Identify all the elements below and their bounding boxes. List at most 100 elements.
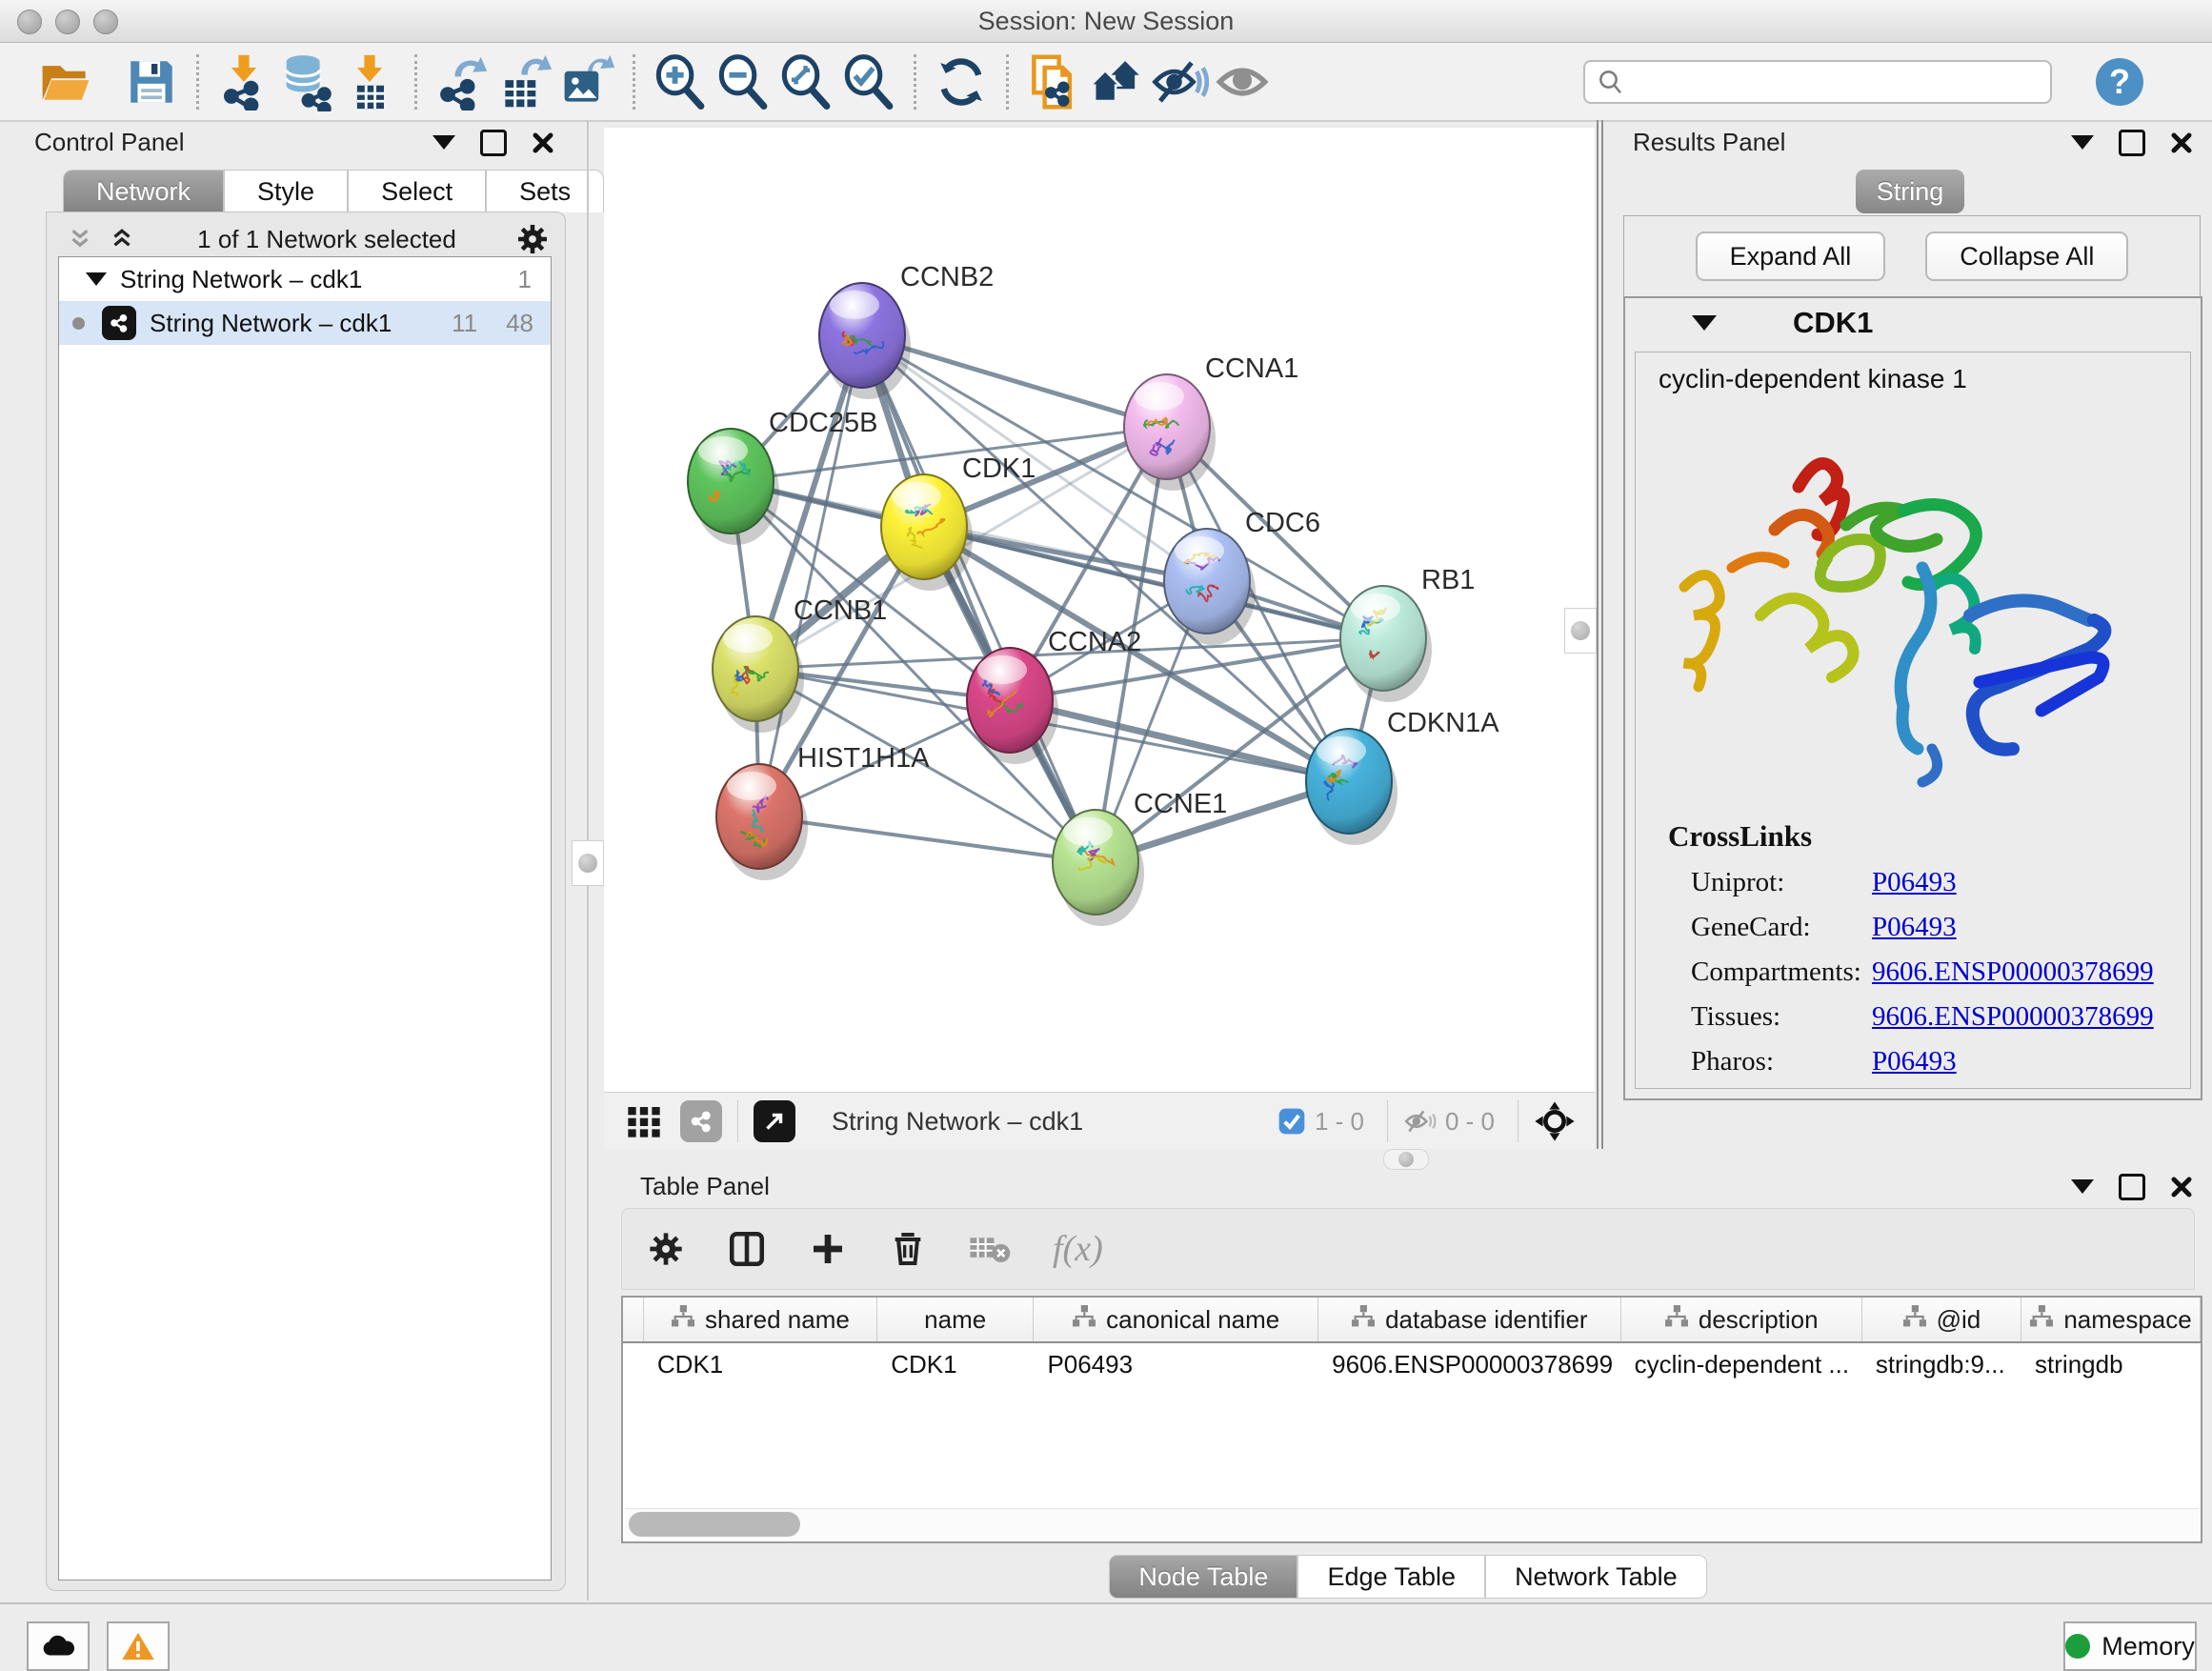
zoom-in-button[interactable] [649,51,712,112]
node-HIST1H1A[interactable]: HIST1H1A [716,743,930,880]
tab-network[interactable]: Network [63,170,224,212]
cell-description[interactable]: cyclin-dependent ... [1621,1343,1862,1385]
zoom-selected-button[interactable] [837,51,900,112]
refresh-view-button[interactable] [930,51,993,112]
maximize-panel-icon[interactable] [2119,1174,2145,1200]
cell-@id[interactable]: stringdb:9... [1862,1343,2021,1385]
node-CCNB2[interactable]: CCNB2 [819,262,994,399]
column-header-@id[interactable]: @id [1862,1298,2021,1341]
edge-HIST1H1A-CCNE1[interactable] [759,816,1096,862]
delete-column-icon[interactable] [889,1230,927,1268]
birdseye-icon[interactable] [1534,1100,1576,1142]
close-panel-icon[interactable] [2170,1176,2193,1198]
tab-edge-table[interactable]: Edge Table [1297,1555,1485,1599]
cell-namespace[interactable]: stringdb [2021,1343,2201,1385]
close-panel-icon[interactable] [2170,131,2193,154]
node-CDC25B[interactable]: CDC25B [688,408,877,545]
open-folder-icon [37,53,94,111]
tab-select[interactable]: Select [348,170,486,212]
collapse-all-icon[interactable] [64,225,96,253]
scrollbar-thumb[interactable] [629,1512,800,1537]
crosslink-link[interactable]: P06493 [1872,1046,1957,1077]
gear-icon[interactable] [515,222,550,256]
crosslink-link[interactable]: P06493 [1872,867,1957,898]
column-header-name[interactable]: name [877,1298,1034,1341]
node-RB1[interactable]: RB1 [1340,565,1475,702]
right-splitter-handle[interactable] [1564,608,1597,654]
crosslink-link[interactable]: 9606.ENSP00000378699 [1872,956,2154,988]
collapse-entry-icon[interactable] [1692,315,1717,331]
expand-all-button[interactable]: Expand All [1696,232,1886,281]
float-panel-icon[interactable] [2071,135,2094,150]
float-panel-icon[interactable] [432,135,455,150]
tab-string[interactable]: String [1856,170,1964,213]
warning-icon [121,1631,155,1661]
open-in-window-icon[interactable] [754,1100,795,1142]
column-header-canonical-name[interactable]: canonical name [1034,1298,1318,1341]
tab-network-table[interactable]: Network Table [1485,1555,1707,1599]
show-all-networks-button[interactable] [1085,51,1148,112]
network-canvas[interactable]: CCNB2CCNA1CDC25BCDK1CDC6RB1CCNB1CCNA2CDK… [604,128,1595,1092]
maximize-panel-icon[interactable] [2119,130,2145,156]
expand-all-icon[interactable] [106,225,138,253]
node-CDC6[interactable]: CDC6 [1164,508,1320,645]
show-columns-icon[interactable] [727,1229,767,1269]
network-collection-row[interactable]: String Network – cdk1 1 [59,257,551,301]
left-splitter-handle[interactable] [572,840,604,886]
duplicate-network-button[interactable] [1022,51,1085,112]
cell-canonical-name[interactable]: P06493 [1034,1343,1318,1385]
memory-button[interactable]: Memory [2063,1621,2197,1671]
show-panel-button[interactable] [1211,51,1274,112]
crosslink-row: GeneCard:P06493 [1691,912,2190,943]
eye-icon [1213,52,1272,111]
cloud-status-button[interactable] [27,1621,90,1671]
edge-CCNB2-CCNE1[interactable] [862,335,1096,862]
column-header-database-identifier[interactable]: database identifier [1318,1298,1621,1341]
network-type-icon [102,306,136,340]
add-column-icon[interactable] [809,1230,847,1268]
cell-name[interactable]: CDK1 [877,1343,1034,1385]
save-session-button[interactable] [120,51,183,112]
column-header-namespace[interactable]: namespace [2021,1298,2201,1341]
network-share-view-icon[interactable] [680,1100,722,1142]
open-session-button[interactable] [34,51,97,112]
export-table-button[interactable] [493,51,556,112]
node-CDKN1A[interactable]: CDKN1A [1306,708,1499,845]
cell-database-identifier[interactable]: 9606.ENSP00000378699 [1318,1343,1620,1385]
node-result-header[interactable]: CDK1 [1625,298,2201,348]
hide-panel-button[interactable] [1148,51,1211,112]
column-header-shared-name[interactable]: shared name [644,1298,877,1341]
column-header-description[interactable]: description [1621,1298,1862,1341]
tab-style[interactable]: Style [224,170,348,212]
table-horizontal-scrollbar[interactable] [625,1508,2199,1540]
selected-checkbox-icon[interactable] [1277,1106,1307,1137]
grid-view-icon[interactable] [625,1102,663,1140]
column-tree-icon [1902,1305,1927,1335]
warnings-button[interactable] [107,1621,170,1671]
column-tree-icon [671,1305,695,1335]
import-network-button[interactable] [212,51,275,112]
tree-expander-icon[interactable] [86,272,107,286]
table-settings-gear-icon[interactable] [647,1230,685,1268]
collapse-all-button[interactable]: Collapse All [1925,232,2128,281]
import-table-button[interactable] [338,51,401,112]
network-row-selected[interactable]: String Network – cdk1 11 48 [59,301,551,345]
zoom-fit-button[interactable] [774,51,837,112]
zoom-out-button[interactable] [712,51,774,112]
tab-node-table[interactable]: Node Table [1109,1555,1297,1599]
close-panel-icon[interactable] [532,131,554,154]
float-panel-icon[interactable] [2071,1179,2094,1194]
maximize-panel-icon[interactable] [480,130,507,156]
export-image-button[interactable] [556,51,619,112]
search-field[interactable] [1583,60,2052,104]
export-network-button[interactable] [431,51,493,112]
column-tree-icon [1072,1305,1096,1335]
cell-shared-name[interactable]: CDK1 [644,1343,877,1385]
table-row[interactable]: CDK1CDK1P064939606.ENSP00000378699cyclin… [623,1343,2201,1385]
crosslink-link[interactable]: P06493 [1872,912,1957,943]
help-button[interactable]: ? [2096,58,2143,106]
node-CCNE1[interactable]: CCNE1 [1053,789,1227,926]
import-network-from-database-button[interactable] [275,51,338,112]
crosslink-link[interactable]: 9606.ENSP00000378699 [1872,1001,2154,1033]
search-input[interactable] [1625,67,2029,98]
